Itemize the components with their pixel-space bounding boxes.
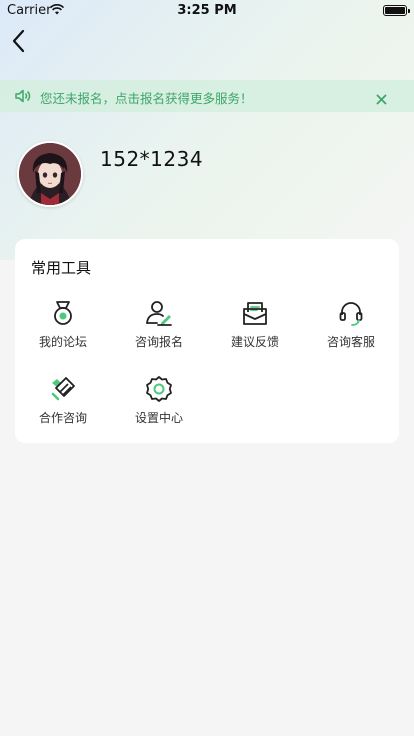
tool-label: 咨询报名 (134, 335, 183, 349)
tools-title: 常用工具 (31, 259, 92, 277)
tool-consult-signup[interactable]: 咨询报名 (111, 298, 207, 358)
gear-icon (146, 376, 172, 402)
headset-icon (339, 302, 363, 326)
chevron-left-icon (12, 29, 25, 53)
header-background (0, 0, 414, 260)
speaker-icon (15, 88, 31, 107)
tool-label: 合作咨询 (38, 411, 87, 425)
avatar[interactable] (17, 141, 83, 207)
tool-label: 咨询客服 (326, 335, 375, 349)
tool-my-forum[interactable]: 我的论坛 (15, 298, 111, 358)
tool-label: 我的论坛 (38, 335, 87, 349)
notice-text: 您还未报名，点击报名获得更多服务！ (40, 91, 253, 106)
tool-customer-service[interactable]: 咨询客服 (303, 298, 399, 358)
tool-feedback[interactable]: 建议反馈 (207, 298, 303, 358)
signup-notice-bar[interactable]: 您还未报名，点击报名获得更多服务！ (0, 80, 414, 112)
close-icon[interactable] (376, 90, 387, 109)
medal-icon (54, 301, 72, 325)
clock: 3:25 PM (177, 3, 237, 18)
tool-settings[interactable]: 设置中心 (111, 374, 207, 434)
back-button[interactable] (8, 28, 32, 56)
status-bar: Carrier 3:25 PM (0, 0, 414, 22)
battery-icon (383, 5, 410, 16)
tool-label: 设置中心 (134, 411, 183, 425)
user-phone: 152*1234 (100, 147, 204, 171)
mail-icon (243, 302, 267, 325)
handshake-icon (51, 377, 75, 401)
tool-cooperation[interactable]: 合作咨询 (15, 374, 111, 434)
user-edit-icon (146, 301, 172, 326)
common-tools-card: 常用工具 我的论坛 咨询报名 建议反馈 咨询客服 合作咨询 设置中心 (15, 239, 399, 443)
tool-label: 建议反馈 (230, 335, 279, 349)
